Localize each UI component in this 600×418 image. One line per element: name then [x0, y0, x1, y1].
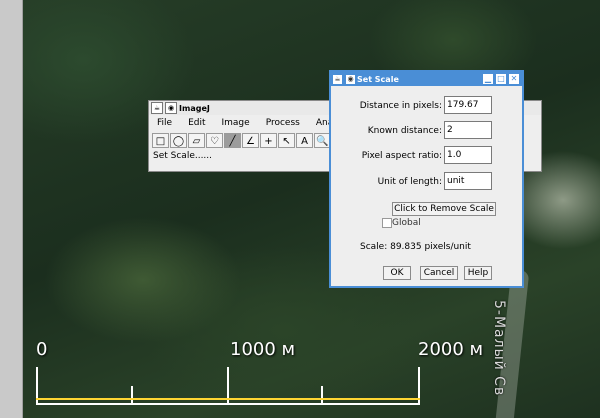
window-menu-icon[interactable]: ◉: [165, 102, 177, 114]
maximize-icon[interactable]: □: [496, 74, 506, 84]
java-icon: ☕: [151, 102, 163, 114]
dialog-titlebar[interactable]: ☕ ◉ Set Scale ▁ □ ✕: [331, 72, 522, 86]
scale-baseline: [36, 403, 420, 405]
scale-label-zero: 0: [36, 339, 48, 360]
unit-label: Unit of length:: [377, 177, 442, 187]
known-distance-row: Known distance:: [331, 121, 522, 143]
set-scale-dialog: ☕ ◉ Set Scale ▁ □ ✕ Distance in pixels: …: [329, 70, 524, 288]
menu-process[interactable]: Process: [266, 118, 300, 128]
cancel-button[interactable]: Cancel: [420, 266, 458, 280]
oval-tool-icon[interactable]: ◯: [170, 132, 187, 148]
aspect-ratio-input[interactable]: [444, 146, 492, 164]
minimize-icon[interactable]: ▁: [483, 74, 493, 84]
scale-label-end: 2000 м: [418, 339, 484, 360]
menu-file[interactable]: File: [157, 118, 172, 128]
rectangle-tool-icon[interactable]: □: [152, 132, 169, 148]
menu-image[interactable]: Image: [222, 118, 250, 128]
point-tool-icon[interactable]: +: [260, 132, 277, 148]
aspect-ratio-row: Pixel aspect ratio:: [331, 146, 522, 168]
ok-button[interactable]: OK: [383, 266, 411, 280]
menu-edit[interactable]: Edit: [188, 118, 205, 128]
straight-line-tool-icon[interactable]: ╱: [224, 132, 241, 148]
known-distance-input[interactable]: [444, 121, 492, 139]
text-tool-icon[interactable]: A: [296, 132, 313, 148]
global-checkbox[interactable]: [382, 218, 392, 228]
distance-input[interactable]: [444, 96, 492, 114]
road-label: 5-Малый Св: [491, 300, 507, 397]
scale-label-mid: 1000 м: [230, 339, 296, 360]
global-label: Global: [392, 218, 421, 228]
left-panel: [0, 0, 23, 418]
java-icon: ☕: [333, 74, 342, 84]
aspect-ratio-label: Pixel aspect ratio:: [361, 151, 442, 161]
known-distance-label: Known distance:: [367, 126, 442, 136]
scale-readout: Scale: 89.835 pixels/unit: [360, 242, 471, 252]
unit-input[interactable]: [444, 172, 492, 190]
distance-label: Distance in pixels:: [359, 101, 442, 111]
remove-scale-button[interactable]: Click to Remove Scale: [392, 202, 496, 216]
imagej-title: ImageJ: [179, 103, 210, 113]
unit-row: Unit of length:: [331, 172, 522, 194]
dialog-title: Set Scale: [357, 74, 399, 84]
wand-tool-icon[interactable]: ↖: [278, 132, 295, 148]
selection-line: [36, 398, 420, 400]
window-menu-icon[interactable]: ◉: [346, 74, 355, 84]
close-icon[interactable]: ✕: [509, 74, 519, 84]
freehand-tool-icon[interactable]: ♡: [206, 132, 223, 148]
help-button[interactable]: Help: [464, 266, 492, 280]
polygon-tool-icon[interactable]: ▱: [188, 132, 205, 148]
angle-tool-icon[interactable]: ∠: [242, 132, 259, 148]
distance-row: Distance in pixels:: [331, 96, 522, 118]
